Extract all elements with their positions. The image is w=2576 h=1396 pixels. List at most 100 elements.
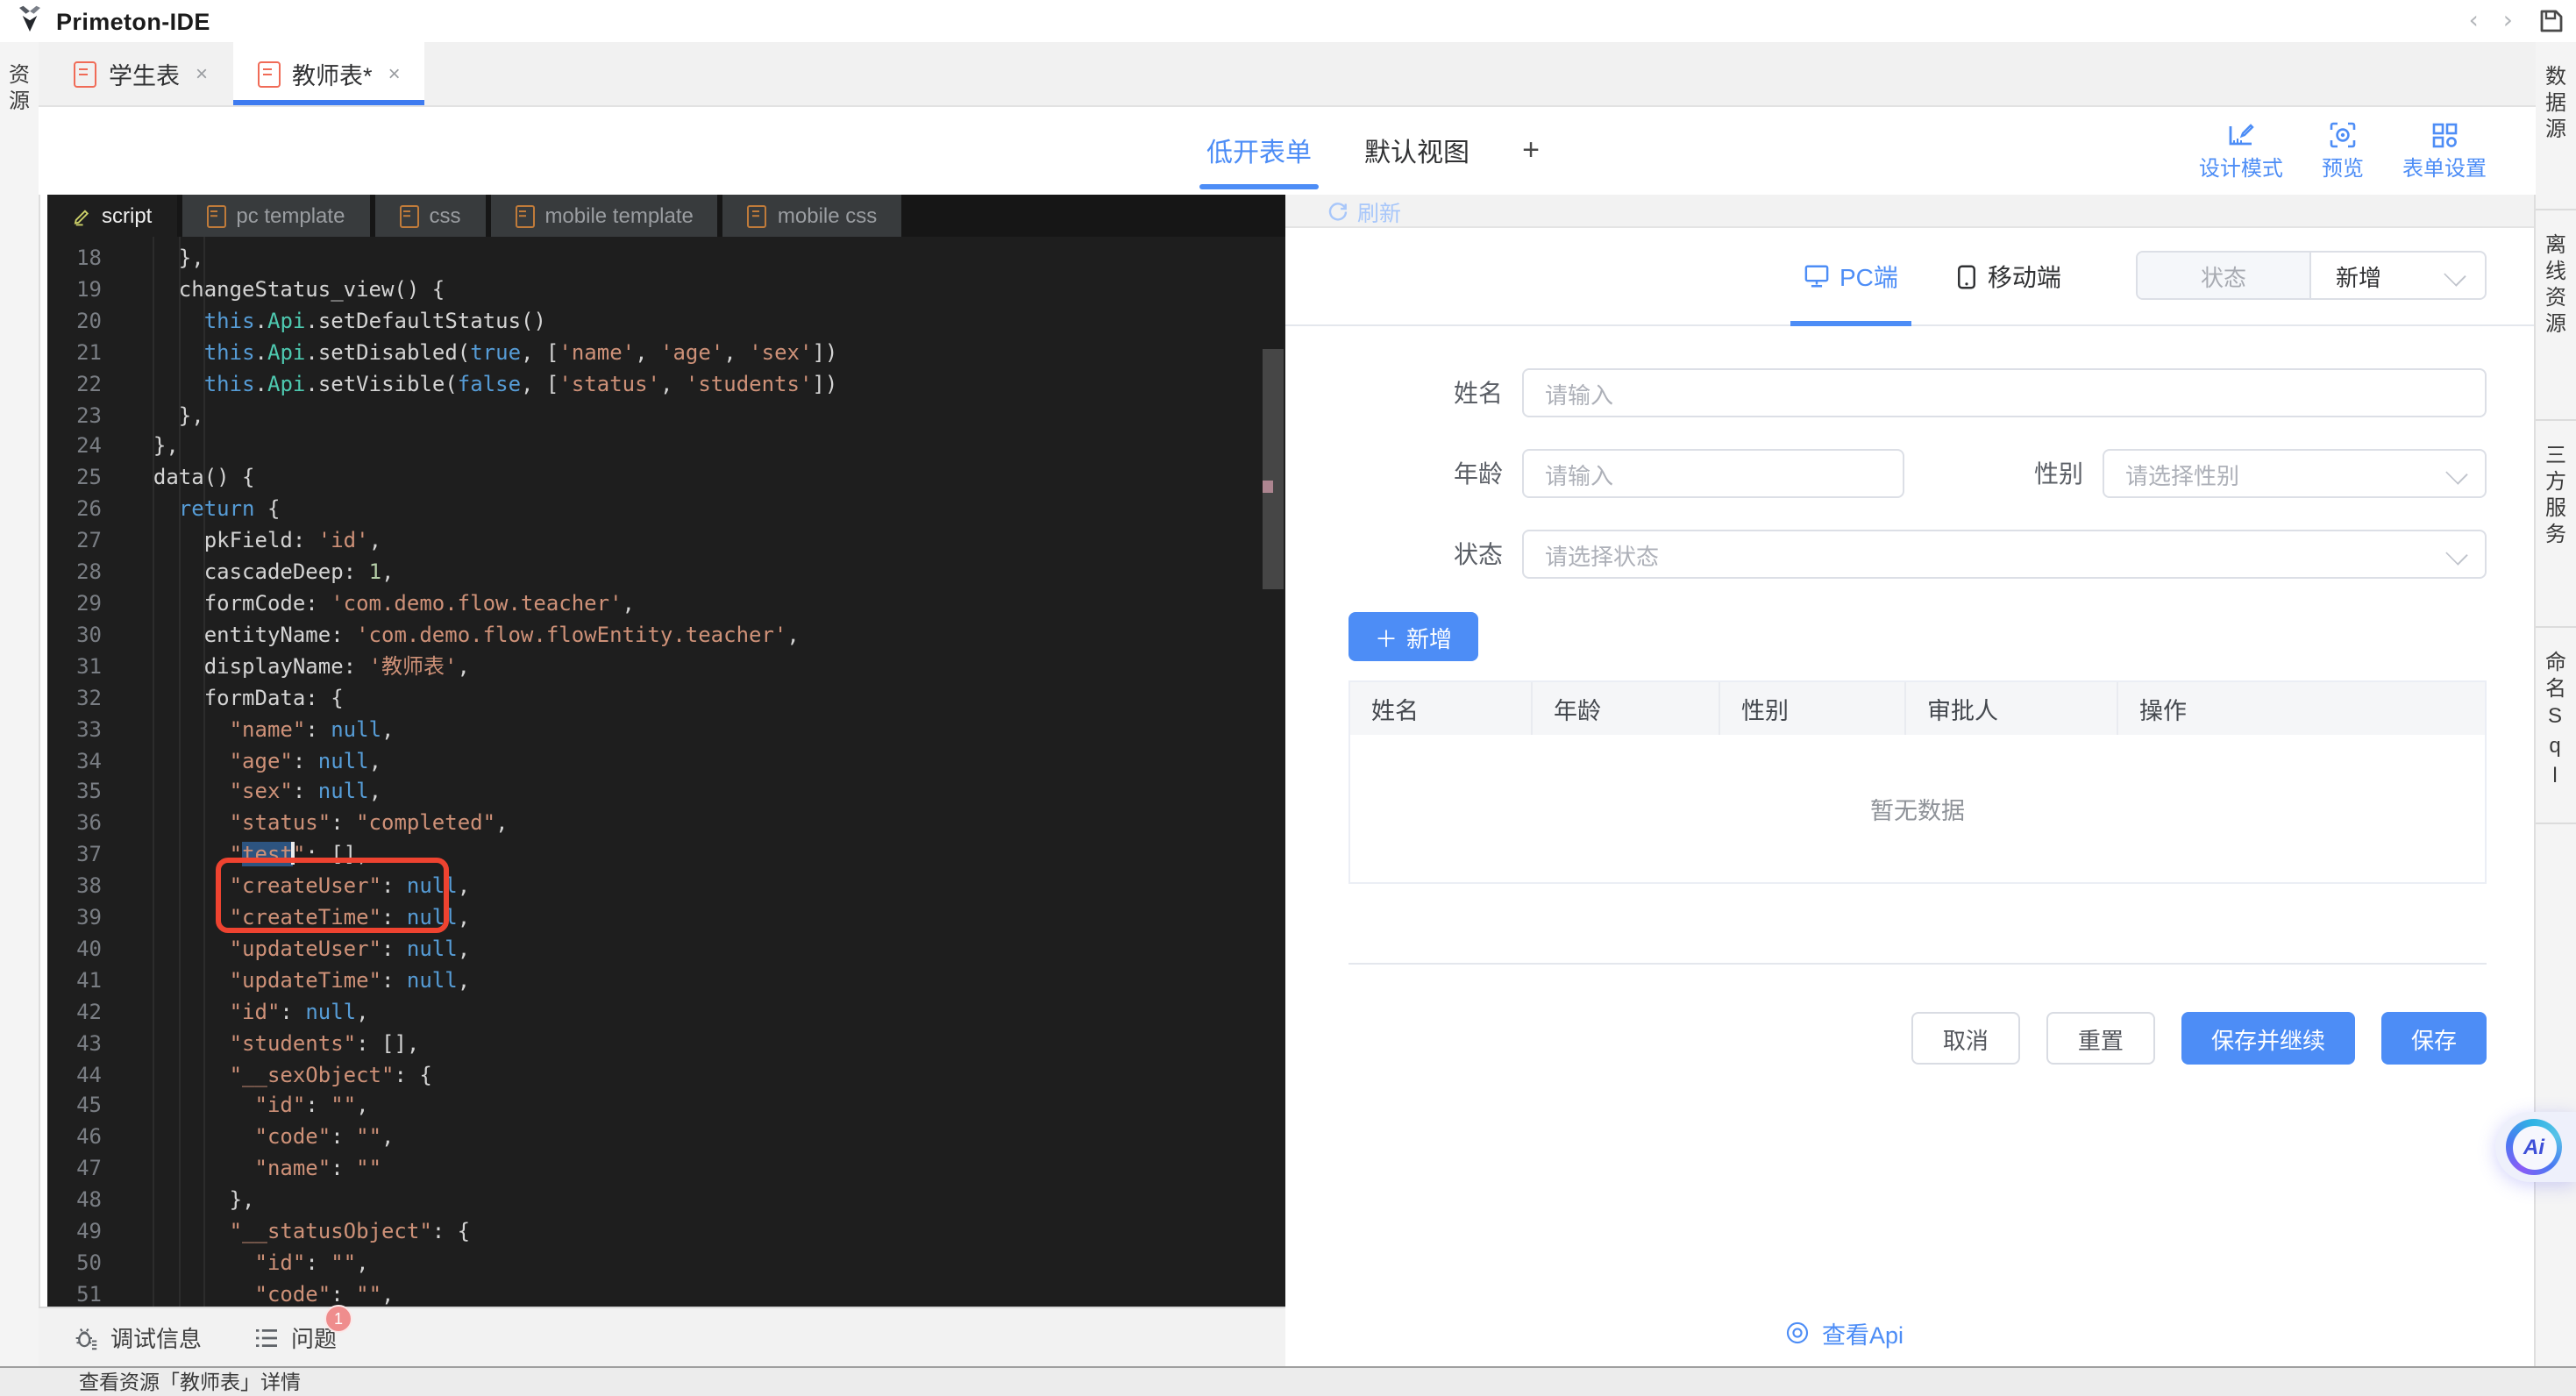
code-text: "name": null, <box>102 715 395 746</box>
view-tab-row: 低开表单 默认视图 + 设计模式 预览 <box>39 107 2536 195</box>
code-editor: scriptpc templatecssmobile templatemobil… <box>47 195 1285 1307</box>
line-number: 48 <box>47 1186 102 1217</box>
name-input[interactable]: 请输入 <box>1522 368 2487 417</box>
editor-scrollbar-thumb[interactable] <box>1263 349 1284 589</box>
field-label-name: 姓名 <box>1348 375 1522 410</box>
code-text: }, <box>102 1186 255 1217</box>
save-continue-button[interactable]: 保存并继续 <box>2181 1012 2355 1065</box>
nav-forward-icon[interactable]: › <box>2503 9 2513 33</box>
save-button[interactable]: 保存 <box>2381 1012 2487 1065</box>
code-text: "updateTime": null, <box>102 966 470 998</box>
line-number: 35 <box>47 778 102 809</box>
add-row-button[interactable]: ＋ 新增 <box>1348 612 1478 661</box>
device-tab-row: PC端 移动端 状态 新增 <box>1285 228 2534 326</box>
line-number: 38 <box>47 872 102 903</box>
table-empty-body: 暂无数据 <box>1350 735 2485 882</box>
form-settings-button[interactable]: 表单设置 <box>2402 120 2487 182</box>
editor-tab-css[interactable]: css <box>374 195 485 237</box>
code-line-25: 25 data() { <box>47 464 1285 495</box>
reset-button[interactable]: 重置 <box>2046 1012 2155 1065</box>
rail-item-2[interactable]: 离线资源 <box>2536 210 2576 421</box>
refresh-button[interactable]: 刷新 <box>1327 194 1401 227</box>
refresh-icon <box>1327 200 1348 221</box>
line-number: 44 <box>47 1060 102 1092</box>
tab-pc[interactable]: PC端 <box>1804 228 1898 324</box>
rail-item-4[interactable]: 命名Sql <box>2536 628 2576 824</box>
file-icon <box>748 204 767 227</box>
debug-info-toggle[interactable]: 调试信息 <box>74 1321 202 1354</box>
code-text: "name": "" <box>102 1155 381 1186</box>
code-area[interactable]: 18 },19 changeStatus_view() {20 this.Api… <box>47 237 1285 1307</box>
preview-form: 姓名 请输入 年龄 请输入 性别 请选择性别 状态 请选择状态 <box>1285 326 2534 579</box>
ai-assistant-button[interactable]: Ai <box>2495 1112 2576 1182</box>
sex-select[interactable]: 请选择性别 <box>2103 449 2487 498</box>
close-icon[interactable]: × <box>388 61 401 86</box>
status-select[interactable]: 请选择状态 <box>1522 530 2487 579</box>
view-api-link[interactable]: 查看Api <box>1785 1315 1904 1350</box>
doc-tab-2[interactable]: 教师表*× <box>232 42 425 105</box>
line-number: 30 <box>47 621 102 652</box>
file-icon <box>399 204 418 227</box>
cancel-button[interactable]: 取消 <box>1911 1012 2020 1065</box>
line-number: 23 <box>47 401 102 432</box>
rail-item-label: 命名Sql <box>2541 651 2571 823</box>
age-input[interactable]: 请输入 <box>1522 449 1904 498</box>
combo-action-select[interactable]: 新增 <box>2311 253 2485 298</box>
field-label-status: 状态 <box>1348 537 1522 572</box>
code-line-48: 48 }, <box>47 1186 1285 1217</box>
code-line-43: 43 "students": [], <box>47 1029 1285 1060</box>
chevron-down-icon <box>2445 543 2467 565</box>
editor-overview-marker <box>1263 481 1273 493</box>
editor-tab-mobile-template[interactable]: mobile template <box>490 195 717 237</box>
document-tab-bar: 学生表×教师表*× <box>39 42 2536 107</box>
code-line-20: 20 this.Api.setDefaultStatus() <box>47 307 1285 338</box>
design-mode-button[interactable]: 设计模式 <box>2199 120 2283 182</box>
close-icon[interactable]: × <box>196 61 208 86</box>
tab-default-view[interactable]: 默认视图 <box>1364 107 1469 195</box>
chevron-down-icon <box>2444 264 2466 286</box>
code-text: changeStatus_view() { <box>102 275 445 307</box>
code-text: }, <box>102 244 204 275</box>
code-text: "__statusObject": { <box>102 1217 470 1249</box>
line-number: 41 <box>47 966 102 998</box>
nav-back-icon[interactable]: ‹ <box>2469 9 2479 33</box>
code-line-31: 31 displayName: '教师表', <box>47 652 1285 684</box>
title-bar: Primeton-IDE ‹ › <box>0 0 2576 44</box>
table-header-row: 姓名年龄性别审批人操作 <box>1350 682 2485 735</box>
tab-lowcode-form[interactable]: 低开表单 <box>1206 107 1312 195</box>
code-line-18: 18 }, <box>47 244 1285 275</box>
resource-rail-label[interactable]: 资源 <box>4 63 34 116</box>
tab-mobile[interactable]: 移动端 <box>1958 228 2061 324</box>
preview-button[interactable]: 预览 <box>2322 120 2364 182</box>
code-text: "age": null, <box>102 746 381 778</box>
line-number: 43 <box>47 1029 102 1060</box>
code-text: entityName: 'com.demo.flow.flowEntity.te… <box>102 621 800 652</box>
editor-tab-pc-template[interactable]: pc template <box>181 195 369 237</box>
status-action-combo[interactable]: 状态 新增 <box>2136 251 2487 300</box>
code-text: "sex": null, <box>102 778 381 809</box>
doc-tab-1[interactable]: 学生表× <box>49 42 232 105</box>
line-number: 21 <box>47 338 102 369</box>
add-view-tab-button[interactable]: + <box>1522 107 1540 195</box>
line-number: 18 <box>47 244 102 275</box>
editor-tab-mobile-css[interactable]: mobile css <box>723 195 901 237</box>
rail-item-label: 数据源 <box>2541 65 2571 209</box>
left-resource-rail[interactable]: 资源 <box>0 42 40 1366</box>
save-icon[interactable] <box>2537 7 2565 35</box>
problems-list-icon <box>254 1327 279 1348</box>
line-number: 24 <box>47 432 102 464</box>
rail-item-label: 三方服务 <box>2541 444 2571 626</box>
view-api-icon <box>1785 1321 1810 1345</box>
rail-item-1[interactable]: 数据源 <box>2536 42 2576 210</box>
field-label-sex: 性别 <box>1904 456 2103 491</box>
rail-item-3[interactable]: 三方服务 <box>2536 421 2576 628</box>
preview-eye-icon <box>2329 120 2357 148</box>
line-number: 42 <box>47 998 102 1029</box>
code-text: return { <box>102 495 280 527</box>
code-line-27: 27 pkField: 'id', <box>47 526 1285 558</box>
problems-toggle[interactable]: 问题 1 <box>254 1321 337 1354</box>
code-line-28: 28 cascadeDeep: 1, <box>47 558 1285 589</box>
line-number: 26 <box>47 495 102 527</box>
editor-tab-bar: scriptpc templatecssmobile templatemobil… <box>47 195 1285 237</box>
editor-tab-script[interactable]: script <box>47 195 176 237</box>
